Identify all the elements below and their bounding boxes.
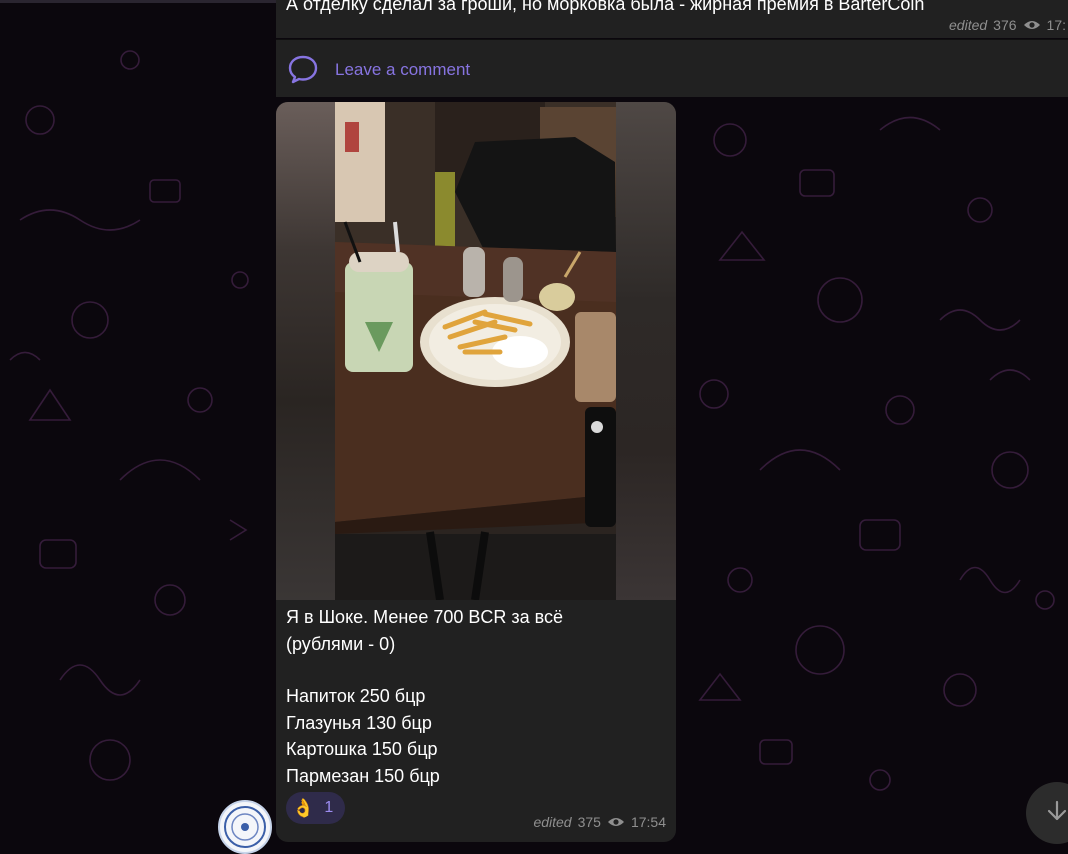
- eye-icon: [607, 818, 624, 826]
- reaction-count: 1: [324, 799, 334, 816]
- channel-logo: [224, 806, 266, 848]
- caption-line: Я в Шоке. Менее 700 BCR за всё: [286, 607, 564, 627]
- arrow-down-icon: [1047, 800, 1067, 821]
- eye-icon: [1023, 21, 1040, 29]
- edited-label: edited: [949, 17, 988, 33]
- post-message: Я в Шоке. Менее 700 BCR за всё (рублями …: [276, 102, 676, 842]
- caption-line: Картошка 150 бцр: [286, 739, 438, 759]
- leave-comment-button[interactable]: Leave a comment: [276, 39, 1068, 97]
- channel-avatar[interactable]: [218, 800, 272, 854]
- leave-comment-label: Leave a comment: [335, 60, 471, 79]
- comment-bubble-icon: [288, 55, 318, 84]
- post-meta: edited 375 17:54: [533, 814, 666, 830]
- cafe-table-photo: [335, 102, 616, 600]
- caption-line: (рублями - 0): [286, 633, 396, 654]
- photo-blur-left: [276, 102, 335, 600]
- caption-line: Пармезан 150 бцр: [286, 765, 440, 786]
- post-caption: Я в Шоке. Менее 700 BCR за всё (рублями …: [286, 604, 666, 789]
- message-time: 17:: [1046, 17, 1066, 33]
- edited-label: edited: [533, 814, 572, 830]
- ok-hand-emoji: 👌: [292, 797, 315, 818]
- view-count: 376: [993, 17, 1017, 33]
- caption-line: [286, 657, 666, 683]
- view-count: 375: [577, 814, 601, 830]
- caption-line: Глазунья 130 бцр: [286, 712, 432, 733]
- reaction-chip[interactable]: 👌 1: [286, 792, 346, 824]
- caption-line: Напиток 250 бцр: [286, 686, 426, 706]
- photo-blur-right: [616, 102, 676, 600]
- post-photo[interactable]: [276, 102, 676, 600]
- previous-message-meta: edited 376 17:: [949, 17, 1066, 33]
- previous-message: А отделку сделал за гроши, но морковка б…: [276, 0, 1068, 38]
- previous-message-text: А отделку сделал за гроши, но морковка б…: [286, 0, 925, 14]
- message-time: 17:54: [630, 814, 666, 830]
